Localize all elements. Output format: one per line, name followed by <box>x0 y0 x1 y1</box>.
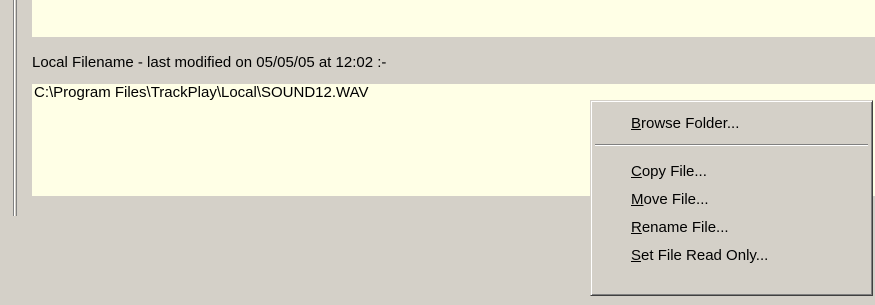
copy-file-label: opy File... <box>641 163 707 180</box>
menu-item-browse-folder[interactable]: Browse Folder... <box>631 115 739 132</box>
rename-file-label: ename File... <box>641 219 729 236</box>
local-filename-label: Local Filename - last modified on 05/05/… <box>32 54 387 71</box>
menu-item-move-file[interactable]: Move File... <box>631 191 709 208</box>
menu-item-rename-file[interactable]: Rename File... <box>631 219 729 236</box>
move-file-accel: M <box>631 191 644 208</box>
left-divider <box>13 0 17 216</box>
upper-text-area <box>32 0 875 37</box>
set-read-only-accel: S <box>631 247 642 264</box>
browse-folder-accel: B <box>631 115 642 132</box>
set-read-only-label: et File Read Only... <box>641 247 769 264</box>
copy-file-accel: C <box>631 163 642 180</box>
menu-separator <box>595 144 868 146</box>
file-context-menu: Browse Folder... Copy File... Move File.… <box>590 100 873 296</box>
menu-item-copy-file[interactable]: Copy File... <box>631 163 707 180</box>
rename-file-accel: R <box>631 219 642 236</box>
move-file-label: ove File... <box>643 191 709 208</box>
file-path-text: C:\Program Files\TrackPlay\Local\SOUND12… <box>34 84 369 101</box>
browse-folder-label: rowse Folder... <box>641 115 740 132</box>
menu-item-set-file-read-only[interactable]: Set File Read Only... <box>631 247 768 264</box>
